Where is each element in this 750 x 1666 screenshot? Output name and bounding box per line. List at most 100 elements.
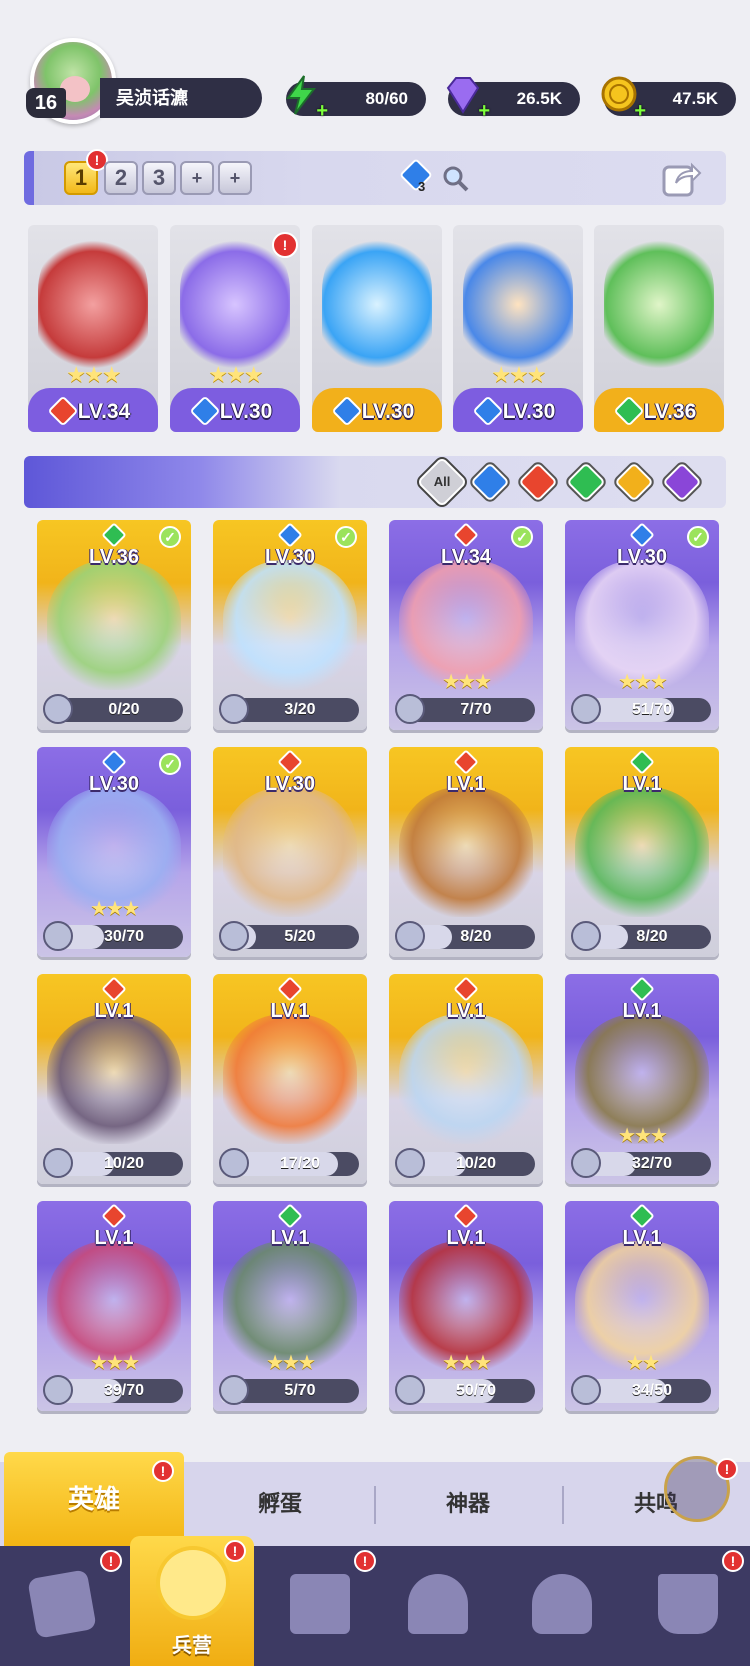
hero-portrait [47,1014,181,1144]
nav-castle[interactable] [376,1546,500,1666]
shard-progress-bar: 10/20 [395,1148,535,1178]
water-element-icon [399,158,433,192]
hero-card[interactable]: ✓ LV.30 ★★★ 51/70 [565,520,719,730]
lineup-hero-card[interactable]: LV.30 [312,225,442,432]
hero-card[interactable]: ✓ LV.34 ★★★ 7/70 [389,520,543,730]
barracks-icon [160,1550,226,1616]
tab-hatch[interactable]: 孵蛋 [190,1462,370,1546]
team-tab-3[interactable]: 3 [142,161,176,195]
coin-counter[interactable]: + 47.5K [601,76,736,121]
energy-value: 80/60 [365,89,408,108]
hero-stars: ★★★ [442,671,492,693]
shard-progress-bar: 34/50 [571,1375,711,1405]
hero-card[interactable]: LV.1 10/20 [389,974,543,1184]
hero-portrait [399,1014,533,1144]
filter-dark-icon[interactable] [662,462,702,502]
nature-element-icon [629,749,655,775]
lineup-hero-card[interactable]: ★★★ LV.30 [453,225,583,432]
hero-card[interactable]: LV.1 10/20 [37,974,191,1184]
hero-card[interactable]: LV.1 17/20 [213,974,367,1184]
team-tab-2[interactable]: 2 [104,161,138,195]
hero-card[interactable]: LV.30 5/20 [213,747,367,957]
nature-element-icon [101,522,127,548]
hero-level: LV.34 [77,400,131,423]
hero-portrait [47,560,181,690]
shard-count: 10/20 [455,1155,497,1172]
energy-counter[interactable]: + 80/60 [286,75,426,121]
filter-fire-icon[interactable] [518,462,558,502]
add-gems-icon[interactable]: + [474,101,490,121]
hero-portrait [399,787,533,917]
nav-alert-badge: ! [100,1550,122,1572]
hero-card[interactable]: ✓ LV.30 ★★★ 30/70 [37,747,191,957]
hero-portrait [575,787,709,917]
hero-portrait [223,560,357,690]
team-element-indicator: 3 [396,157,440,201]
hero-card[interactable]: LV.1 ★★★ 50/70 [389,1201,543,1411]
search-icon[interactable] [442,165,470,193]
filter-water-icon[interactable] [470,462,510,502]
hero-card[interactable]: ✓ LV.30 3/20 [213,520,367,730]
nav-cards[interactable]: ! [0,1546,124,1666]
hero-level: LV.30 [88,773,140,795]
shard-progress-bar: 5/70 [219,1375,359,1405]
filter-light-icon[interactable] [614,462,654,502]
fire-element-icon [453,522,479,548]
nature-element-icon [629,976,655,1002]
fire-element-icon [453,1203,479,1229]
hero-portrait [463,235,573,374]
hero-card[interactable]: LV.1 8/20 [565,747,719,957]
gems-value: 26.5K [516,89,562,108]
hero-card[interactable]: LV.1 ★★★ 39/70 [37,1201,191,1411]
hero-portrait [180,235,290,374]
hero-card[interactable]: LV.1 ★★ 34/50 [565,1201,719,1411]
hero-stars: ★★★ [208,362,263,387]
shard-count: 39/70 [103,1382,145,1399]
filter-all-button[interactable]: All [416,456,468,508]
hero-level: LV.1 [622,1000,662,1022]
shard-progress-bar: 3/20 [219,694,359,724]
add-energy-icon[interactable]: + [312,101,328,121]
barracks-subtabs: 英雄 ! 孵蛋 神器 共鸣 ! [0,1452,750,1546]
hero-level: LV.1 [94,1227,134,1249]
hero-portrait [223,787,357,917]
hero-level: LV.36 [643,400,697,423]
deployed-check-icon: ✓ [511,526,533,548]
nav-mushroom[interactable] [500,1546,624,1666]
team-add-button-2[interactable]: + [218,161,252,195]
shard-count: 8/20 [636,928,668,945]
nav-barracks-label: 兵营 [172,1635,212,1657]
fire-element-icon [101,976,127,1002]
share-icon[interactable] [660,157,702,199]
tab-artifacts[interactable]: 神器 [378,1462,558,1546]
nav-alert-badge: ! [722,1550,744,1572]
nav-quests[interactable]: ! [258,1546,382,1666]
shard-progress-bar: 30/70 [43,921,183,951]
nav-barracks[interactable]: ! 兵营 [130,1536,254,1666]
team-add-button-1[interactable]: + [180,161,214,195]
hero-card[interactable]: LV.1 ★★★ 5/70 [213,1201,367,1411]
shard-progress-bar: 10/20 [43,1148,183,1178]
coins-value: 47.5K [672,89,718,108]
shard-count: 17/20 [279,1155,321,1172]
hero-card[interactable]: LV.1 ★★★ 32/70 [565,974,719,1184]
filter-nature-icon[interactable] [566,462,606,502]
nav-banner[interactable]: ! [626,1546,750,1666]
add-coins-icon[interactable]: + [630,101,646,121]
shard-count: 50/70 [455,1382,497,1399]
lineup-hero-card[interactable]: ★★★ LV.34 [28,225,158,432]
hero-card[interactable]: ✓ LV.36 0/20 [37,520,191,730]
hero-level: LV.34 [440,546,492,568]
element-count: 3 [418,179,426,194]
player-level-badge: 16 [26,88,66,118]
hero-card[interactable]: LV.1 8/20 [389,747,543,957]
hero-portrait [322,235,432,374]
hero-stars: ★★★ [66,362,121,387]
shard-count: 51/70 [631,701,673,718]
hero-stars: ★★ [626,1352,660,1374]
hero-portrait [38,235,148,374]
gem-counter[interactable]: + 26.5K [446,77,580,121]
lineup-hero-card[interactable]: LV.36 [594,225,724,432]
shard-progress-bar: 50/70 [395,1375,535,1405]
cards-icon [27,1569,97,1639]
